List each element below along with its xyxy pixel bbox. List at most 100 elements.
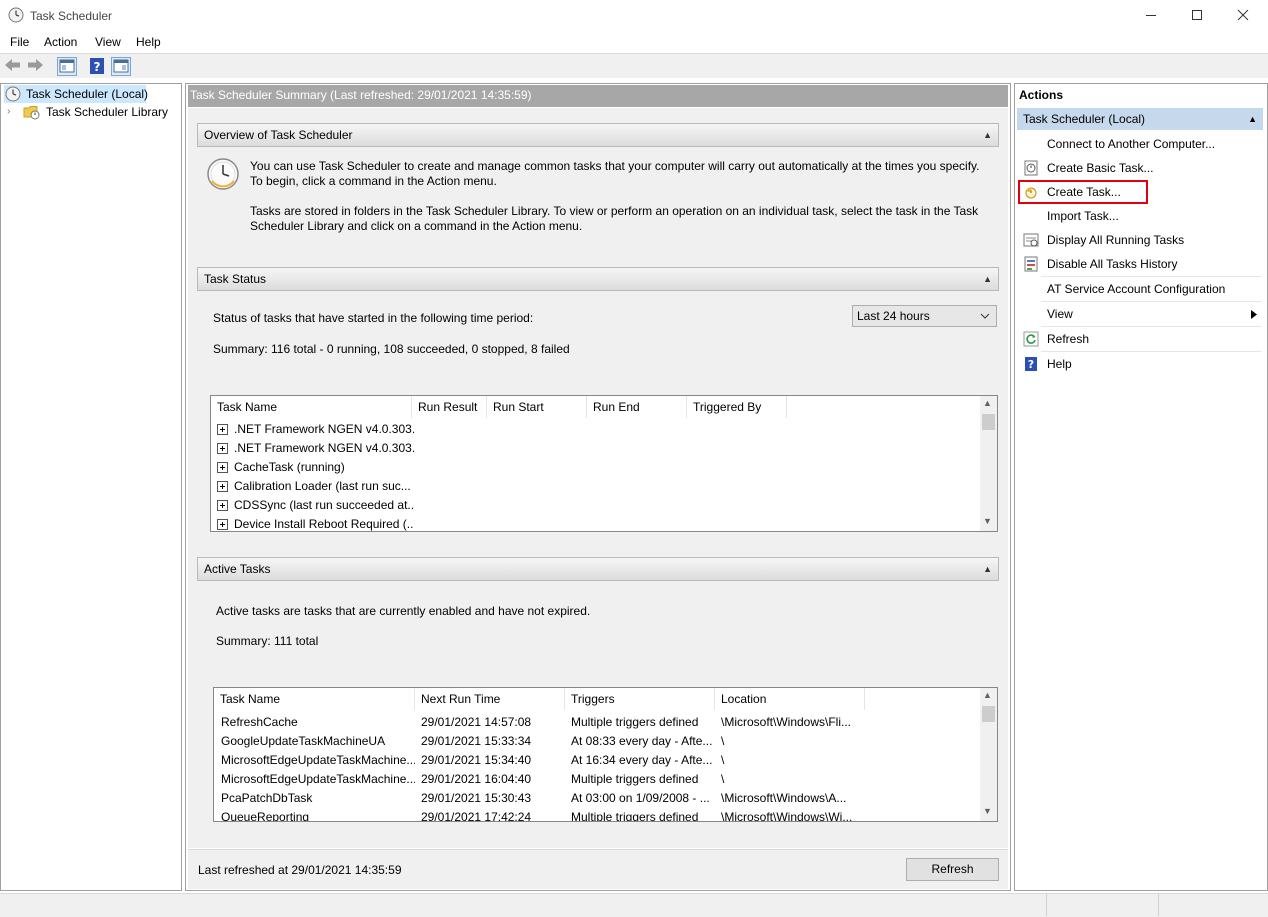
action-import-task[interactable]: Import Task... (1017, 204, 1263, 228)
column-header[interactable]: Task Name (211, 396, 412, 418)
scroll-thumb[interactable] (982, 706, 995, 722)
table-row[interactable]: .NET Framework NGEN v4.0.303... (211, 439, 981, 458)
scroll-thumb[interactable] (982, 414, 995, 430)
menu-help[interactable]: Help (136, 35, 161, 49)
show-hide-tree-button[interactable] (57, 57, 77, 76)
scroll-down-icon[interactable]: ▼ (983, 516, 992, 526)
column-header[interactable]: Run Result (412, 396, 487, 418)
actions-title: Actions (1019, 88, 1064, 102)
table-row[interactable]: .NET Framework NGEN v4.0.303... (211, 420, 981, 439)
action-label: Refresh (1047, 332, 1090, 346)
table-row[interactable]: PcaPatchDbTask 29/01/2021 15:30:43 At 03… (214, 789, 981, 808)
vertical-scrollbar[interactable]: ▲ ▼ (980, 688, 997, 821)
table-row[interactable]: QueueReporting 29/01/2021 17:42:24 Multi… (214, 808, 981, 822)
expand-icon[interactable] (217, 481, 228, 492)
basic-task-icon (1024, 160, 1038, 176)
menu-view[interactable]: View (95, 35, 121, 49)
menu-file[interactable]: File (10, 35, 29, 49)
expand-icon[interactable] (217, 462, 228, 473)
maximize-button[interactable] (1174, 0, 1220, 30)
time-period-dropdown[interactable]: Last 24 hours (852, 305, 997, 327)
scroll-up-icon[interactable]: ▲ (983, 398, 992, 408)
scroll-down-icon[interactable]: ▼ (983, 806, 992, 816)
collapse-icon[interactable]: ▲ (1248, 108, 1257, 130)
overview-section-header[interactable]: Overview of Task Scheduler ▲ (197, 123, 999, 147)
location: \ (721, 772, 725, 786)
actions-group-header[interactable]: Task Scheduler (Local) ▲ (1017, 108, 1263, 130)
forward-button[interactable] (26, 57, 46, 76)
table-row[interactable]: Calibration Loader (last run suc... (211, 477, 981, 496)
create-task-highlight (1018, 180, 1148, 204)
chevron-right-icon[interactable]: › (7, 103, 10, 121)
task-name: CDSSync (last run succeeded at... (234, 498, 414, 512)
column-header[interactable]: Run End (587, 396, 687, 418)
action-label: AT Service Account Configuration (1047, 282, 1226, 296)
action-create-basic-task[interactable]: Create Basic Task... (1017, 156, 1263, 180)
triggers: At 16:34 every day - Afte... (571, 753, 713, 767)
section-title: Overview of Task Scheduler (204, 128, 353, 142)
column-header[interactable]: Next Run Time (415, 688, 565, 710)
close-button[interactable] (1220, 0, 1266, 30)
active-tasks-summary: Summary: 111 total (216, 634, 319, 648)
table-row[interactable]: MicrosoftEdgeUpdateTaskMachine... 29/01/… (214, 770, 981, 789)
toolbar: ? (0, 53, 1268, 78)
table-row[interactable]: CDSSync (last run succeeded at... (211, 496, 981, 515)
help-icon: ? (1025, 357, 1037, 371)
help-button[interactable]: ? (88, 57, 108, 76)
action-disable-all-tasks-history[interactable]: Disable All Tasks History (1017, 252, 1263, 276)
last-refreshed-text: Last refreshed at 29/01/2021 14:35:59 (198, 863, 402, 877)
tree-item-task-scheduler-local[interactable]: Task Scheduler (Local) (4, 85, 148, 103)
vertical-scrollbar[interactable]: ▲ ▼ (980, 396, 997, 531)
show-hide-action-pane-button[interactable] (111, 57, 131, 76)
tree-item-label: Task Scheduler Library (46, 105, 169, 119)
collapse-icon[interactable]: ▲ (983, 558, 992, 580)
expand-icon[interactable] (217, 443, 228, 454)
column-header[interactable]: Location (715, 688, 865, 710)
task-status-section-header[interactable]: Task Status ▲ (197, 267, 999, 291)
minimize-button[interactable] (1128, 0, 1174, 30)
expand-icon[interactable] (217, 424, 228, 435)
expand-icon[interactable] (217, 519, 228, 530)
action-display-all-running-tasks[interactable]: Display All Running Tasks (1017, 228, 1263, 252)
table-row[interactable]: RefreshCache 29/01/2021 14:57:08 Multipl… (214, 713, 981, 732)
table-row[interactable]: CacheTask (running) (211, 458, 981, 477)
column-header[interactable]: Triggers (565, 688, 715, 710)
task-name: MicrosoftEdgeUpdateTaskMachine... (221, 753, 415, 767)
task-name: PcaPatchDbTask (221, 791, 313, 805)
task-name: GoogleUpdateTaskMachineUA (221, 734, 386, 748)
collapse-icon[interactable]: ▲ (983, 268, 992, 290)
maximize-icon (1192, 10, 1202, 20)
back-button[interactable] (4, 57, 24, 76)
clock-icon (5, 86, 21, 102)
table-row[interactable]: Device Install Reboot Required (... (211, 515, 981, 531)
action-connect-to-another-computer[interactable]: Connect to Another Computer... (1017, 132, 1263, 156)
task-name: Device Install Reboot Required (... (234, 517, 414, 531)
action-view[interactable]: View (1017, 302, 1263, 326)
table-row[interactable]: MicrosoftEdgeUpdateTaskMachine... 29/01/… (214, 751, 981, 770)
table-row[interactable]: GoogleUpdateTaskMachineUA 29/01/2021 15:… (214, 732, 981, 751)
refresh-button[interactable]: Refresh (906, 858, 999, 881)
grid-header: Task Name Next Run Time Triggers Locatio… (214, 688, 981, 710)
column-header[interactable]: Run Start (487, 396, 587, 418)
minimize-icon (1146, 15, 1156, 16)
triggers: At 03:00 on 1/09/2008 - ... (571, 791, 710, 805)
menu-action[interactable]: Action (44, 35, 77, 49)
svg-text:?: ? (94, 60, 101, 74)
action-refresh[interactable]: Refresh (1017, 327, 1263, 351)
scroll-up-icon[interactable]: ▲ (983, 690, 992, 700)
history-icon (1024, 256, 1038, 272)
tree-item-task-scheduler-library[interactable]: › Task Scheduler Library (7, 103, 177, 121)
status-divider (1046, 894, 1047, 916)
action-at-service-account-configuration[interactable]: AT Service Account Configuration (1017, 277, 1263, 301)
group-label: Task Scheduler (Local) (1023, 112, 1146, 126)
collapse-icon[interactable]: ▲ (983, 124, 992, 146)
expand-icon[interactable] (217, 500, 228, 511)
task-status-grid: Task Name Run Result Run Start Run End T… (210, 395, 998, 532)
action-help[interactable]: ? Help (1017, 352, 1263, 376)
running-tasks-icon (1023, 233, 1039, 247)
task-name: QueueReporting (221, 810, 310, 822)
clock-icon (207, 158, 239, 190)
active-tasks-section-header[interactable]: Active Tasks ▲ (197, 557, 999, 581)
column-header[interactable]: Task Name (214, 688, 415, 710)
column-header[interactable]: Triggered By (687, 396, 787, 418)
